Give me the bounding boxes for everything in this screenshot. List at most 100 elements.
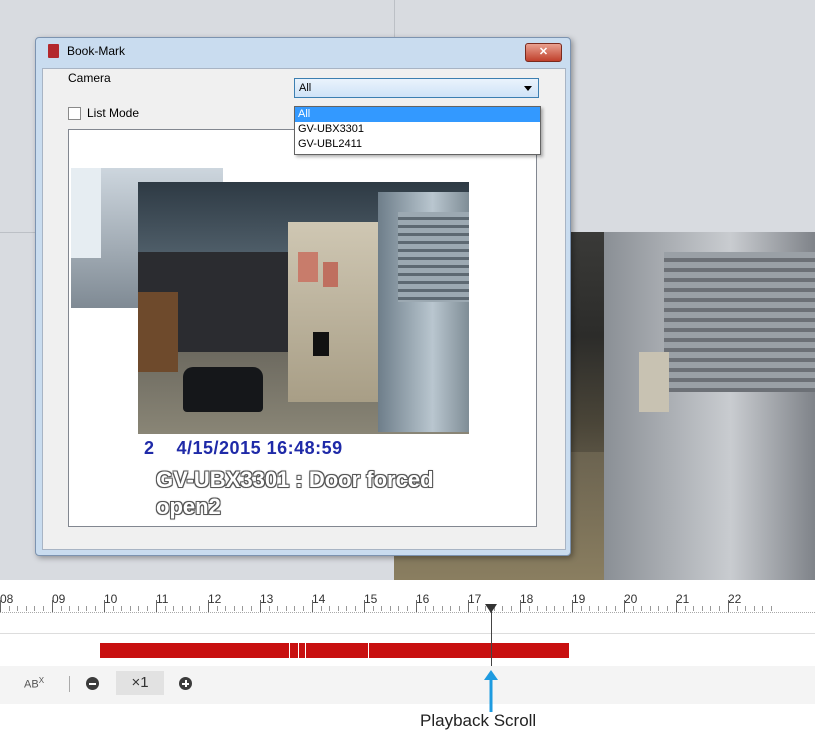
ab-repeat-button[interactable]: ABX	[24, 676, 44, 691]
ruler-minor-tick	[225, 606, 227, 611]
ruler-minor-tick	[771, 606, 772, 611]
timeline-ruler[interactable]: 08 09 10 11 12 13 14 15 16 17 18 19 20 2…	[0, 592, 815, 622]
thumb-stand	[313, 332, 329, 356]
ab-repeat-sup: X	[38, 676, 45, 685]
speed-decrease-button[interactable]	[86, 677, 99, 690]
ruler-minor-tick	[719, 606, 720, 611]
hour-tick: 14	[312, 592, 326, 606]
hour-tick: 22	[728, 592, 742, 606]
ruler-minor-tick	[86, 606, 88, 611]
camera-option-all[interactable]: All	[295, 107, 540, 122]
ruler-minor-tick	[502, 606, 504, 611]
ruler-minor-tick	[615, 606, 616, 611]
ruler-minor-tick	[121, 606, 123, 611]
hour-tick: 20	[624, 592, 638, 606]
chevron-down-icon[interactable]	[524, 86, 532, 91]
ruler-minor-tick	[433, 606, 435, 611]
ruler-minor-tick	[398, 606, 400, 611]
ruler-major-tick	[260, 600, 261, 612]
callout-arrow-icon	[484, 670, 498, 712]
ruler-minor-tick	[216, 606, 218, 611]
camera-select[interactable]: All	[294, 78, 539, 98]
recording-segment[interactable]	[100, 643, 569, 658]
ruler-minor-tick	[450, 606, 452, 611]
dialog-titlebar[interactable]: Book-Mark ✕	[36, 38, 570, 64]
thumb-chairs	[183, 367, 263, 412]
hour-tick: 15	[364, 592, 378, 606]
ruler-minor-tick	[372, 606, 374, 611]
camera-label: Camera	[68, 71, 111, 85]
ruler-minor-tick	[545, 606, 547, 611]
ruler-major-tick	[468, 600, 469, 612]
ruler-minor-tick	[563, 606, 564, 611]
ruler-minor-tick	[606, 606, 608, 611]
ruler-major-tick	[52, 600, 53, 612]
hour-tick: 12	[208, 592, 222, 606]
ruler-major-tick	[104, 600, 105, 612]
ruler-minor-tick	[736, 606, 738, 611]
ruler-minor-tick	[597, 606, 599, 611]
ruler-minor-tick	[69, 606, 71, 611]
ruler-minor-tick	[346, 606, 348, 611]
ruler-minor-tick	[25, 606, 27, 611]
ruler-minor-tick	[554, 606, 556, 611]
ruler-minor-tick	[285, 606, 287, 611]
thumbnail-window	[71, 168, 101, 258]
recording-gap	[305, 643, 306, 658]
playback-toolbar: ABX ×1	[0, 666, 815, 704]
playback-scroll-handle[interactable]	[485, 604, 497, 613]
dialog-client-area: Camera All All GV-UBX3301 GV-UBL2411 Lis…	[42, 68, 566, 550]
ruler-major-tick	[156, 600, 157, 612]
ruler-minor-tick	[112, 606, 114, 611]
ruler-minor-tick	[355, 606, 356, 611]
camera-option-gv-ubl2411[interactable]: GV-UBL2411	[295, 137, 540, 152]
hour-tick: 09	[52, 592, 66, 606]
ruler-minor-tick	[17, 606, 19, 611]
close-button[interactable]: ✕	[525, 43, 562, 62]
ruler-minor-tick	[389, 606, 391, 611]
camera-option-gv-ubx3301[interactable]: GV-UBX3301	[295, 122, 540, 137]
hour-tick: 19	[572, 592, 586, 606]
ruler-minor-tick	[649, 606, 651, 611]
hour-tick: 10	[104, 592, 118, 606]
video-poster	[639, 352, 669, 412]
speed-increase-button[interactable]	[179, 677, 192, 690]
ruler-minor-tick	[303, 606, 304, 611]
ruler-minor-tick	[641, 606, 643, 611]
ruler-minor-tick	[268, 606, 270, 611]
ruler-major-tick	[0, 600, 1, 612]
ruler-minor-tick	[95, 606, 96, 611]
ruler-major-tick	[364, 600, 365, 612]
ruler-minor-tick	[511, 606, 512, 611]
hour-tick: 08	[0, 592, 14, 606]
list-mode-checkbox[interactable]	[68, 107, 81, 120]
ruler-minor-tick	[129, 606, 131, 611]
ruler-minor-tick	[337, 606, 339, 611]
ruler-minor-tick	[190, 606, 192, 611]
camera-dropdown-list: All GV-UBX3301 GV-UBL2411	[294, 106, 541, 155]
list-mode-label[interactable]: List Mode	[87, 106, 139, 120]
ruler-minor-tick	[753, 606, 755, 611]
ruler-minor-tick	[701, 606, 703, 611]
bookmark-list: 2 4/15/2015 16:48:59 GV-UBX3301 : Door fo…	[68, 129, 537, 527]
ruler-minor-tick	[710, 606, 712, 611]
ruler-minor-tick	[164, 606, 166, 611]
bookmark-dialog: Book-Mark ✕ Camera All All GV-UBX3301 GV…	[35, 37, 571, 556]
ruler-minor-tick	[667, 606, 668, 611]
ruler-major-tick	[208, 600, 209, 612]
ruler-major-tick	[416, 600, 417, 612]
ruler-major-tick	[728, 600, 729, 612]
ruler-minor-tick	[762, 606, 764, 611]
ruler-minor-tick	[329, 606, 331, 611]
hour-tick: 18	[520, 592, 534, 606]
ab-repeat-label: AB	[24, 678, 39, 691]
ruler-minor-tick	[277, 606, 279, 611]
ruler-minor-tick	[459, 606, 460, 611]
thumbnail-event-text: GV-UBX3301 : Door forced open2	[156, 467, 434, 519]
ruler-minor-tick	[8, 606, 10, 611]
recording-track[interactable]	[0, 633, 815, 667]
thumbnail-datetime: 4/15/2015 16:48:59	[176, 438, 343, 458]
playback-scroll-line[interactable]	[491, 604, 492, 666]
ruler-baseline	[0, 612, 815, 614]
bookmark-thumbnail[interactable]: 2 4/15/2015 16:48:59 GV-UBX3301 : Door fo…	[138, 182, 469, 526]
